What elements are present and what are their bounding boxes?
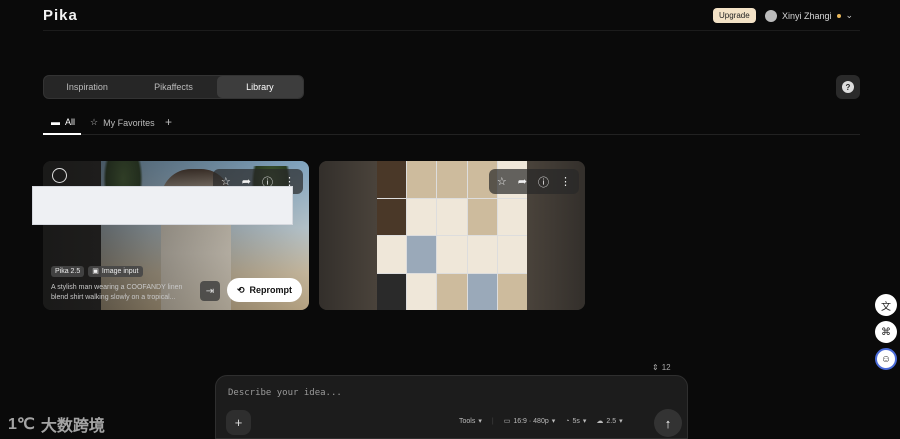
model-label: 2.5 bbox=[606, 417, 617, 425]
chevron-down-icon: ⌄ bbox=[845, 10, 854, 20]
collage-tile bbox=[467, 273, 497, 310]
credit-count: 12 bbox=[661, 363, 671, 372]
model-icon: ☁ bbox=[596, 418, 604, 425]
collage-tile bbox=[437, 161, 467, 198]
folder-icon: ▬ bbox=[51, 117, 60, 127]
plus-icon: + bbox=[234, 415, 243, 430]
reprompt-icon: ⟲ bbox=[236, 284, 245, 295]
assistant-icon[interactable]: ☺ bbox=[875, 348, 897, 370]
collage-tile bbox=[437, 198, 467, 235]
info-icon[interactable]: ⓘ bbox=[538, 174, 549, 190]
translate-icon[interactable]: 文 bbox=[875, 294, 897, 316]
logo[interactable]: Pika bbox=[43, 7, 78, 24]
card-action-bar: ☆ ➦ ⓘ ⋮ bbox=[488, 169, 579, 194]
card-prompt: A stylish man wearing a COOFANDY linen b… bbox=[51, 284, 183, 301]
select-checkbox[interactable] bbox=[52, 168, 67, 183]
prompt-composer: Describe your idea... + Tools ▾ | ▭ 16:9… bbox=[215, 375, 688, 439]
collage-tile bbox=[467, 198, 497, 235]
watermark-text: 大数跨境 bbox=[40, 418, 105, 435]
subtab-all[interactable]: ▬ All bbox=[51, 117, 75, 127]
user-menu[interactable]: Xinyi Zhangi ⌄ bbox=[765, 8, 853, 23]
collage-tile bbox=[497, 198, 527, 235]
divider: | bbox=[491, 417, 494, 425]
notification-dot-icon bbox=[836, 13, 841, 18]
image-input-label: Image input bbox=[101, 268, 139, 275]
avatar bbox=[765, 9, 777, 22]
generation-options: Tools ▾ | ▭ 16:9 · 480p ▾ ◔ 5s ▾ ☁ 2.5 ▾ bbox=[459, 417, 623, 426]
watermark-logo-icon: 1℃ bbox=[8, 416, 35, 433]
image-input-chip: ▣ Image input bbox=[88, 266, 143, 277]
collage-tile bbox=[437, 236, 467, 273]
collage-tile bbox=[407, 236, 437, 273]
card-chips: Pika 2.5 ▣ Image input bbox=[51, 266, 143, 277]
main-tabs: Inspiration Pikaffects Library bbox=[43, 75, 304, 99]
caret-icon: ▾ bbox=[619, 418, 623, 425]
collage-tile bbox=[407, 161, 437, 198]
subtab-favorites[interactable]: ☆ My Favorites bbox=[90, 117, 155, 128]
use-prompt-button[interactable]: ⇥ bbox=[200, 281, 220, 301]
collage-tile bbox=[407, 273, 437, 310]
tools-label: Tools bbox=[459, 417, 476, 425]
image-icon: ▣ bbox=[92, 268, 99, 275]
collage-tile bbox=[497, 236, 527, 273]
star-icon: ☆ bbox=[90, 117, 99, 127]
caret-icon: ▾ bbox=[551, 418, 556, 425]
favorite-star-icon[interactable]: ☆ bbox=[497, 175, 507, 188]
clock-icon: ◔ bbox=[565, 417, 570, 425]
library-subtabs: ▬ All ☆ My Favorites + bbox=[43, 113, 860, 135]
help-button[interactable]: ? bbox=[836, 75, 860, 99]
add-media-button[interactable]: + bbox=[226, 410, 251, 435]
subtab-all-label: All bbox=[65, 117, 76, 127]
aspect-dropdown[interactable]: ▭ 16:9 · 480p ▾ bbox=[503, 417, 556, 426]
credit-counter: ⇕ 12 bbox=[652, 363, 671, 372]
collage-tile bbox=[467, 236, 497, 273]
overlay-panel bbox=[32, 186, 293, 225]
send-button[interactable]: ↑ bbox=[654, 409, 682, 437]
tab-pikaffects[interactable]: Pikaffects bbox=[130, 76, 216, 98]
apps-icon[interactable]: ⌘ bbox=[875, 321, 897, 343]
tab-inspiration[interactable]: Inspiration bbox=[44, 76, 130, 98]
collage-tile bbox=[377, 273, 407, 310]
top-bar: Pika Upgrade Xinyi Zhangi ⌄ bbox=[43, 0, 860, 31]
add-folder-button[interactable]: + bbox=[165, 115, 172, 129]
active-underline bbox=[43, 133, 81, 135]
watermark: 1℃ 大数跨境 bbox=[8, 412, 105, 436]
more-icon[interactable]: ⋮ bbox=[560, 175, 571, 188]
collage-tile bbox=[407, 198, 437, 235]
prompt-input[interactable]: Describe your idea... bbox=[228, 388, 342, 398]
insert-icon: ⇥ bbox=[205, 285, 215, 297]
model-chip: Pika 2.5 bbox=[51, 266, 85, 277]
caret-icon: ▾ bbox=[582, 418, 587, 425]
aspect-icon: ▭ bbox=[503, 418, 511, 425]
upgrade-button[interactable]: Upgrade bbox=[713, 8, 756, 23]
aspect-label: 16:9 · 480p bbox=[513, 417, 549, 425]
card-backdrop bbox=[319, 161, 377, 310]
app-root: Pika Upgrade Xinyi Zhangi ⌄ Inspiration … bbox=[0, 0, 900, 439]
subtab-favorites-label: My Favorites bbox=[103, 117, 155, 128]
reprompt-label: Reprompt bbox=[249, 285, 293, 295]
collage-tile bbox=[437, 273, 467, 310]
collage-tile bbox=[497, 273, 527, 310]
collage-tile bbox=[377, 236, 407, 273]
collage-tile bbox=[377, 161, 407, 198]
duration-dropdown[interactable]: ◔ 5s ▾ bbox=[565, 417, 587, 426]
model-dropdown[interactable]: ☁ 2.5 ▾ bbox=[596, 417, 623, 426]
tab-library[interactable]: Library bbox=[216, 76, 303, 98]
user-name: Xinyi Zhangi bbox=[782, 10, 832, 21]
media-card[interactable]: ☆ ➦ ⓘ ⋮ bbox=[319, 161, 585, 310]
reprompt-button[interactable]: ⟲ Reprompt bbox=[227, 278, 302, 302]
media-card[interactable]: ☆ ➦ ⓘ ⋮ Pika 2.5 ▣ Image input A stylish… bbox=[43, 161, 309, 310]
collage-tile bbox=[377, 198, 407, 235]
share-icon[interactable]: ➦ bbox=[518, 175, 527, 188]
arrow-up-icon: ↑ bbox=[664, 415, 672, 431]
tools-dropdown[interactable]: Tools ▾ bbox=[459, 417, 482, 426]
help-icon: ? bbox=[842, 81, 854, 93]
credits-icon: ⇕ bbox=[652, 363, 659, 372]
caret-icon: ▾ bbox=[478, 418, 482, 425]
duration-label: 5s bbox=[572, 417, 580, 425]
